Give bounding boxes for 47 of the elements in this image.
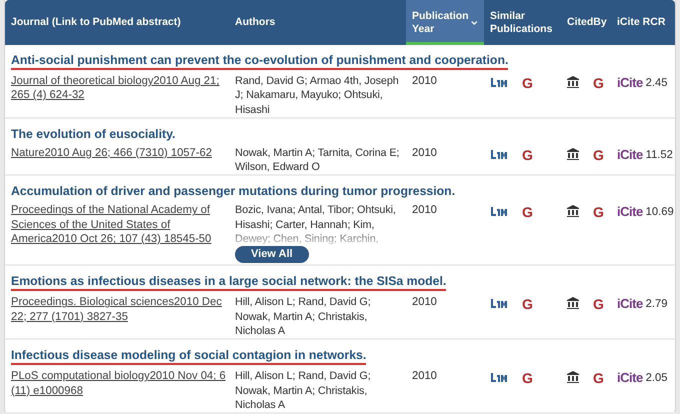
google-link[interactable]: G bbox=[522, 297, 533, 312]
google-link[interactable]: G bbox=[522, 148, 533, 162]
view-all-button[interactable]: View All bbox=[235, 246, 309, 264]
article-title-link[interactable]: The evolution of eusociality. bbox=[11, 126, 176, 142]
icite-link[interactable]: iCite bbox=[617, 205, 643, 218]
journal-link[interactable]: Nature2010 Aug 26; 466 (7310) 1057-62 bbox=[11, 146, 227, 160]
journal-link[interactable]: Journal of theoretical biology2010 Aug 21; 265 (4) 624-32 bbox=[11, 74, 227, 103]
google-link[interactable]: G bbox=[593, 205, 604, 220]
authors-text: Rand, David G; Armao 4th, Joseph J; Nakamaru, Mayuko; Ohtsuki, Hisashi bbox=[235, 74, 400, 117]
year-text: 2010 bbox=[412, 370, 437, 382]
column-header[interactable]: Authors bbox=[235, 16, 276, 29]
year-text: 2010 bbox=[412, 146, 437, 159]
google-link[interactable]: G bbox=[593, 148, 604, 162]
authors-text: Hill, Alison L; Rand, David G; Nowak, Martin A; Christakis, Nicholas A bbox=[235, 369, 372, 412]
article-title-link[interactable]: Emotions as infectious diseases in a large social network: the SISa model. bbox=[11, 273, 446, 292]
journal-link[interactable]: Proceedings of the National Academy of Sciences of the United States of America2010 Oct 26; 107 (43) 18545-50 bbox=[11, 203, 227, 246]
google-link[interactable]: G bbox=[522, 76, 533, 90]
column-header[interactable]: CitedBy bbox=[567, 16, 607, 29]
icite-link[interactable]: iCite bbox=[617, 297, 643, 310]
rcr-value: 10.69 bbox=[646, 205, 674, 220]
column-header[interactable]: Similar Publications bbox=[490, 10, 555, 36]
column-header[interactable]: Journal (Link to PubMed abstract) bbox=[11, 16, 181, 29]
authors-text: Hill, Alison L; Rand, David G; Nowak, Martin A; Christakis, Nicholas A bbox=[235, 295, 372, 338]
year-text: 2010 bbox=[412, 204, 437, 216]
icite-link[interactable]: iCite bbox=[617, 371, 643, 384]
rcr-value: 2.79 bbox=[646, 297, 668, 312]
google-link[interactable]: G bbox=[593, 297, 604, 312]
journal-link[interactable]: Proceedings. Biological sciences2010 Dec 22; 277 (1701) 3827-35 bbox=[11, 295, 227, 324]
google-link[interactable]: G bbox=[593, 371, 604, 386]
rcr-value: 2.45 bbox=[646, 76, 668, 90]
sort-header[interactable]: Publication Year bbox=[406, 0, 484, 45]
icite-link[interactable]: iCite bbox=[617, 76, 643, 89]
authors-text: Bozic, Ivana; Antal, Tibor; Ohtsuki, Hisashi; Carter, Hannah; Kim, Dewey; Chen, Sining; Karchin, bbox=[235, 203, 397, 246]
column-header[interactable]: iCite RCR bbox=[617, 16, 666, 29]
rcr-value: 2.05 bbox=[646, 371, 668, 386]
rcr-value: 11.52 bbox=[646, 148, 673, 162]
year-text: 2010 bbox=[412, 75, 437, 87]
article-title-link[interactable]: Infectious disease modeling of social contagion in networks. bbox=[11, 347, 366, 366]
google-link[interactable]: G bbox=[593, 76, 604, 90]
google-link[interactable]: G bbox=[522, 205, 533, 220]
year-text: 2010 bbox=[412, 296, 437, 308]
article-title-link[interactable]: Accumulation of driver and passenger mutations during tumor progression. bbox=[11, 183, 456, 200]
article-title-link[interactable]: Anti-social punishment can prevent the co-evolution of punishment and cooperation. bbox=[11, 52, 508, 70]
journal-link[interactable]: PLoS computational biology2010 Nov 04; 6 (11) e1000968 bbox=[11, 369, 227, 398]
icite-link[interactable]: iCite bbox=[617, 148, 643, 161]
authors-text: Nowak, Martin A; Tarnita, Corina E; Wilson, Edward O bbox=[235, 146, 400, 174]
google-link[interactable]: G bbox=[522, 371, 533, 386]
